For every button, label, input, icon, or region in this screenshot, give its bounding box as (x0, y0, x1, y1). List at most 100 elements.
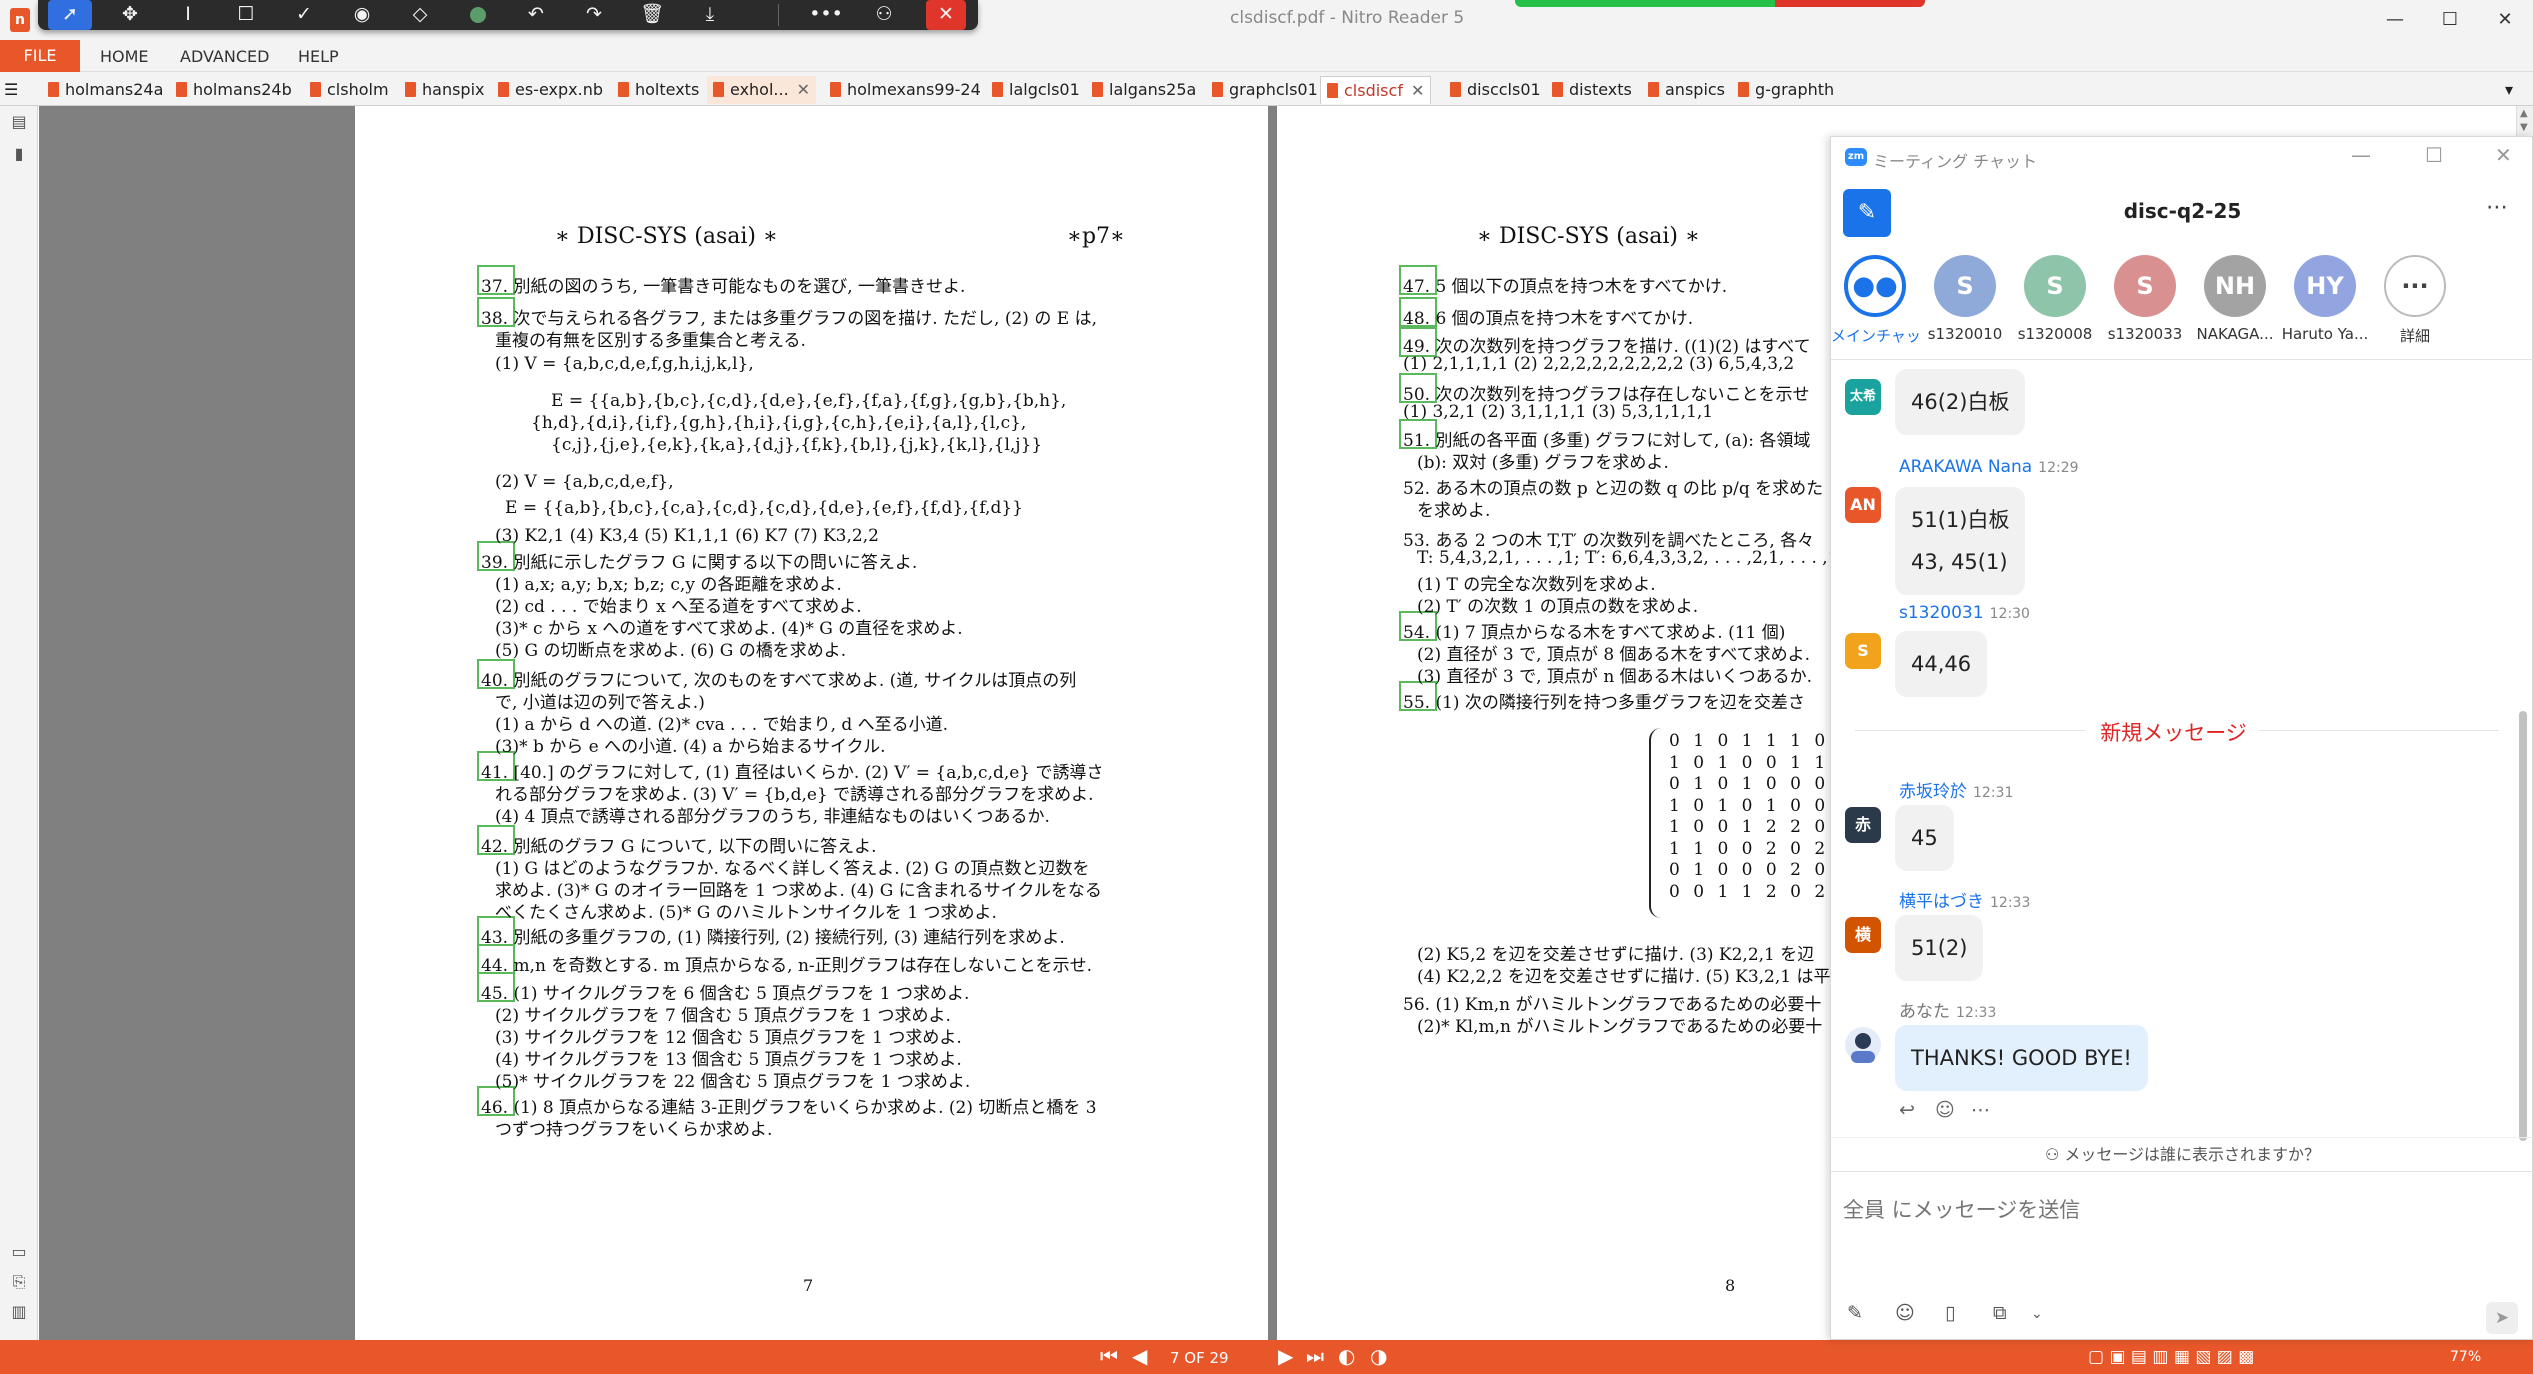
close-window-button[interactable]: ✕ (2480, 4, 2530, 36)
close-tab-icon[interactable]: ✕ (797, 80, 810, 99)
status-bar: ⏮ ◀ 7 OF 29 ▶ ⏭ ◐ ◑ ▢ ▣ ▤ ▥ ▦ ▧ ▨ ▩ 77% (0, 1340, 2533, 1374)
bookmarks-icon[interactable]: ▮ (9, 144, 29, 166)
close-toolbar-icon[interactable]: ✕ (926, 0, 966, 30)
participant-nakaga[interactable]: NH NAKAGA... (2191, 255, 2279, 343)
participant-haruto[interactable]: HY Haruto Ya... (2281, 255, 2369, 343)
pdf-file-icon (48, 82, 59, 97)
tab-clsholm[interactable]: clsholm (310, 76, 389, 104)
last-page-icon[interactable]: ⏭ (1306, 1344, 1324, 1368)
output-icon[interactable]: ▥ (9, 1302, 29, 1324)
tab-distexts[interactable]: distexts (1552, 76, 1632, 104)
new-chat-button[interactable]: ✎ (1843, 189, 1891, 237)
menu-home[interactable]: HOME (100, 40, 149, 72)
previous-page-icon[interactable]: ◀ (1132, 1344, 1147, 1368)
matrix-row: 0 0 1 1 2 0 2 0 (1669, 881, 1854, 902)
tab-disccls01[interactable]: disccls01 (1450, 76, 1541, 104)
more-options-icon[interactable]: ••• (804, 0, 848, 30)
move-tool-icon[interactable]: ✥ (108, 0, 152, 30)
forward-view-icon[interactable]: ◑ (1370, 1344, 1387, 1368)
participant-s1320008[interactable]: S s1320008 (2011, 255, 2099, 343)
eraser-tool-icon[interactable]: ◇ (398, 0, 442, 30)
chat-scrollbar[interactable] (2519, 361, 2527, 1161)
tab-g-graphth[interactable]: g-graphth (1738, 76, 1834, 104)
matrix-bracket (1649, 728, 1661, 918)
message-bubble[interactable]: 44,46 (1895, 631, 1988, 697)
rectangle-tool-icon[interactable]: ☐ (224, 0, 268, 30)
tab-holmans24a[interactable]: holmans24a (48, 76, 163, 104)
tab-lalgcls01[interactable]: lalgcls01 (992, 76, 1080, 104)
chat-close-icon[interactable]: ✕ (2495, 143, 2512, 167)
menu-advanced[interactable]: ADVANCED (180, 40, 269, 72)
message-list[interactable]: 太希 46(2)白板 ARAKAWA Nana 12:29 AN 51(1)白板 … (1831, 361, 2516, 1141)
message-bubble[interactable]: 51(1)白板 43, 45(1) (1895, 487, 2026, 595)
tab-holmexans[interactable]: holmexans99-24 (830, 76, 981, 104)
message-bubble[interactable]: 45 (1895, 805, 1954, 871)
stamp-tool-icon[interactable]: ◉ (340, 0, 384, 30)
minimize-button[interactable]: — (2370, 4, 2420, 36)
maximize-button[interactable]: ☐ (2425, 4, 2475, 36)
doc-line: 43. 別紙の多重グラフの, (1) 隣接行列, (2) 接続行列, (3) 連… (481, 928, 1065, 948)
participant-more[interactable]: ··· 詳細 (2371, 255, 2459, 346)
scroll-down-icon[interactable]: ▼ (2520, 122, 2528, 133)
color-picker-icon[interactable] (456, 0, 500, 30)
file-icon[interactable]: ▯ (1945, 1302, 1955, 1324)
tab-holtexts[interactable]: holtexts (618, 76, 699, 104)
reply-icon[interactable]: ↩ (1899, 1099, 1915, 1121)
window-title: clsdiscf.pdf - Nitro Reader 5 (1230, 8, 1465, 28)
participants-icon[interactable]: ⚇ (862, 0, 906, 30)
menu-file[interactable]: FILE (0, 40, 80, 72)
message-bubble[interactable]: THANKS! GOOD BYE! (1895, 1025, 2148, 1091)
annotation-toolbar: ➚ ✥ Ⅰ ☐ ✓ ◉ ◇ ↶ ↷ 🗑 ⤓ ••• ⚇ ✕ (38, 0, 978, 30)
tab-clsdiscf[interactable]: clsdiscf ✕ (1320, 76, 1432, 104)
message-more-icon[interactable]: ⋯ (1971, 1099, 1990, 1121)
check-tool-icon[interactable]: ✓ (282, 0, 326, 30)
chat-maximize-icon[interactable]: ☐ (2425, 143, 2443, 167)
chat-more-icon[interactable]: ⋯ (2486, 195, 2508, 220)
scroll-up-icon[interactable]: ▲ (2520, 108, 2528, 119)
close-tab-icon[interactable]: ✕ (1411, 81, 1424, 100)
tab-graphcls01[interactable]: graphcls01 (1212, 76, 1318, 104)
chat-window-title: ミーティング チャット (1873, 152, 2037, 171)
message-bubble[interactable]: 46(2)白板 (1895, 369, 2026, 435)
pointer-tool-icon[interactable]: ➚ (48, 0, 92, 30)
attachments-icon[interactable]: ⎘ (9, 1272, 29, 1294)
message-text: 51(2) (1911, 936, 1968, 960)
download-icon[interactable]: ⤓ (688, 0, 732, 30)
participant-main-chat[interactable]: ●● メインチャット (1831, 255, 1919, 346)
text-cursor-icon[interactable]: Ⅰ (166, 0, 210, 30)
screenshot-icon[interactable]: ⧉ (1993, 1302, 2007, 1324)
tab-hanspix[interactable]: hanspix (405, 76, 485, 104)
first-page-icon[interactable]: ⏮ (1100, 1344, 1118, 1368)
next-page-icon[interactable]: ▶ (1278, 1344, 1293, 1368)
view-mode-icons[interactable]: ▢ ▣ ▤ ▥ ▦ ▧ ▨ ▩ (2088, 1347, 2254, 1367)
participant-s1320033[interactable]: S s1320033 (2101, 255, 2189, 343)
trash-icon[interactable]: 🗑 (630, 0, 674, 30)
doc-line: を求めよ. (1417, 501, 1491, 521)
tab-exhol[interactable]: exhol... ✕ (707, 76, 817, 104)
menu-help[interactable]: HELP (298, 40, 339, 72)
comments-icon[interactable]: ▭ (9, 1242, 29, 1264)
tab-holmans24b[interactable]: holmans24b (176, 76, 292, 104)
tab-es-expx[interactable]: es-expx.nb (498, 76, 603, 104)
redo-icon[interactable]: ↷ (572, 0, 616, 30)
message-input[interactable] (1843, 1190, 2513, 1230)
tab-list-icon[interactable]: ☰ (4, 76, 24, 104)
pages-panel-icon[interactable]: ▤ (9, 112, 29, 134)
tabs-overflow-icon[interactable]: ▾ (2505, 76, 2513, 104)
visibility-note[interactable]: ⚇ メッセージは誰に表示されますか？ (1831, 1137, 2533, 1171)
undo-icon[interactable]: ↶ (514, 0, 558, 30)
document-viewport[interactable]: ∗ DISC-SYS (asai) ∗ ∗p7∗ 37. 別紙の図のうち, 一筆… (39, 106, 1849, 1340)
zoom-level[interactable]: 77% (2450, 1349, 2481, 1365)
send-button[interactable]: ➤ (2486, 1302, 2518, 1334)
chevron-down-icon[interactable]: ⌄ (2031, 1306, 2043, 1322)
message-bubble[interactable]: 51(2) (1895, 915, 1984, 981)
format-icon[interactable]: ✎ (1847, 1302, 1863, 1324)
participant-s1320010[interactable]: S s1320010 (1921, 255, 2009, 343)
tab-lalgans25a[interactable]: lalgans25a (1092, 76, 1196, 104)
back-view-icon[interactable]: ◐ (1338, 1344, 1355, 1368)
emoji-reaction-icon[interactable]: ☺ (1935, 1099, 1955, 1121)
page-indicator[interactable]: 7 OF 29 (1170, 1349, 1229, 1367)
emoji-icon[interactable]: ☺ (1895, 1302, 1915, 1324)
chat-minimize-icon[interactable]: — (2351, 143, 2371, 167)
tab-anspics[interactable]: anspics (1648, 76, 1725, 104)
